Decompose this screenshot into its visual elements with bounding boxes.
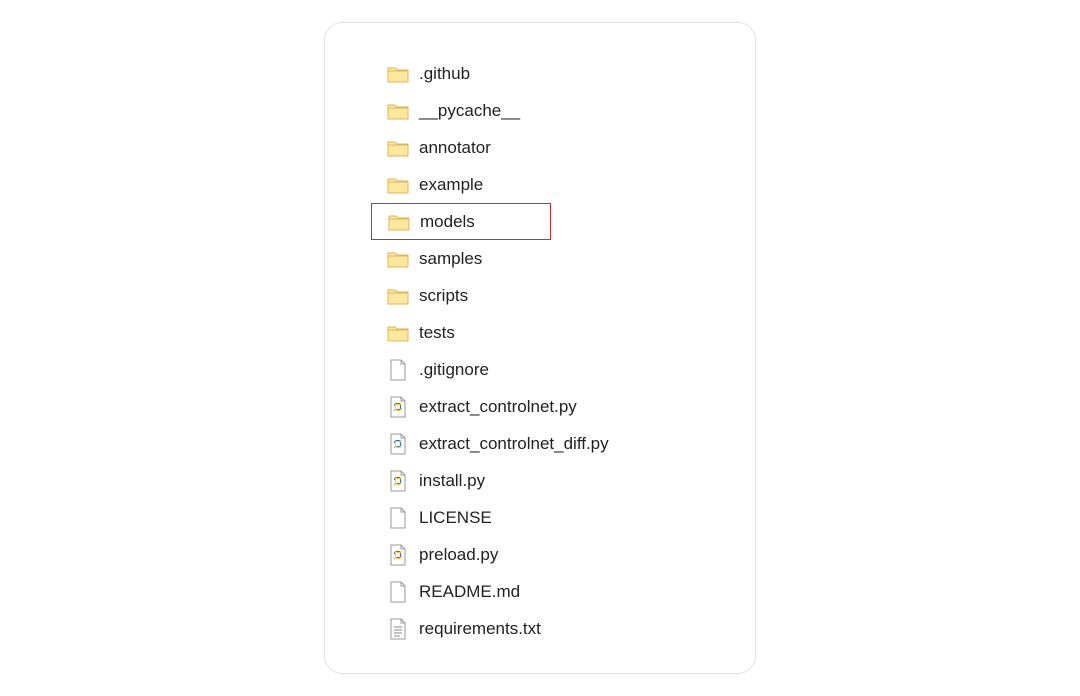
file-icon — [387, 581, 409, 603]
file-icon — [387, 359, 409, 381]
file-row[interactable]: README.md — [381, 573, 737, 610]
text-file-icon — [387, 618, 409, 640]
file-row[interactable]: tests — [381, 314, 737, 351]
file-row[interactable]: __pycache__ — [381, 92, 737, 129]
file-row[interactable]: install.py — [381, 462, 737, 499]
file-row[interactable]: samples — [381, 240, 737, 277]
folder-icon — [387, 322, 409, 344]
folder-icon — [387, 174, 409, 196]
file-name-label: samples — [419, 249, 482, 269]
file-row[interactable]: annotator — [381, 129, 737, 166]
folder-icon — [387, 63, 409, 85]
file-list: .github __pycache__ annotator example models… — [381, 55, 737, 647]
file-name-label: .gitignore — [419, 360, 489, 380]
file-row[interactable]: extract_controlnet_diff.py — [381, 425, 737, 462]
folder-icon — [388, 211, 410, 233]
file-row[interactable]: .gitignore — [381, 351, 737, 388]
file-name-label: extract_controlnet_diff.py — [419, 434, 609, 454]
folder-icon — [387, 137, 409, 159]
file-name-label: tests — [419, 323, 455, 343]
file-row[interactable]: models — [371, 203, 551, 240]
file-name-label: extract_controlnet.py — [419, 397, 577, 417]
file-browser-panel: .github __pycache__ annotator example models… — [324, 22, 756, 674]
python-file-icon — [387, 544, 409, 566]
python-file-icon — [387, 433, 409, 455]
file-row[interactable]: requirements.txt — [381, 610, 737, 647]
file-name-label: scripts — [419, 286, 468, 306]
file-name-label: LICENSE — [419, 508, 492, 528]
file-name-label: __pycache__ — [419, 101, 520, 121]
file-name-label: README.md — [419, 582, 520, 602]
file-row[interactable]: scripts — [381, 277, 737, 314]
file-name-label: example — [419, 175, 483, 195]
folder-icon — [387, 248, 409, 270]
file-name-label: install.py — [419, 471, 485, 491]
file-name-label: .github — [419, 64, 470, 84]
file-row[interactable]: LICENSE — [381, 499, 737, 536]
file-name-label: models — [420, 212, 475, 232]
file-icon — [387, 507, 409, 529]
python-file-icon — [387, 470, 409, 492]
file-row[interactable]: .github — [381, 55, 737, 92]
python-file-icon — [387, 396, 409, 418]
file-row[interactable]: example — [381, 166, 737, 203]
file-name-label: annotator — [419, 138, 491, 158]
file-row[interactable]: preload.py — [381, 536, 737, 573]
file-row[interactable]: extract_controlnet.py — [381, 388, 737, 425]
folder-icon — [387, 285, 409, 307]
file-name-label: requirements.txt — [419, 619, 541, 639]
folder-icon — [387, 100, 409, 122]
file-name-label: preload.py — [419, 545, 498, 565]
